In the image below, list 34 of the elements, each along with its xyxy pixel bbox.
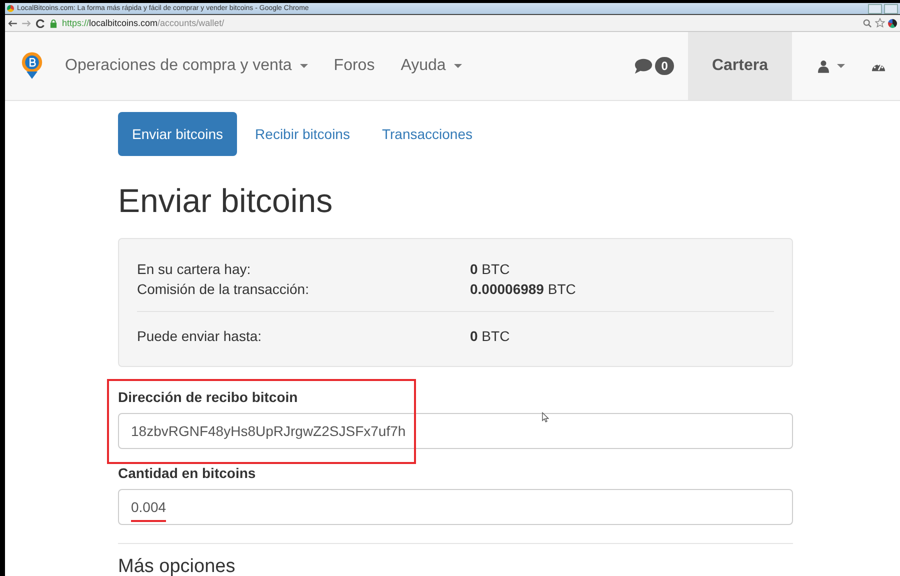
message-count-badge: 0: [655, 57, 674, 75]
tab[interactable]: Recibir bitcoins: [241, 112, 364, 156]
field-label: Cantidad en bitcoins: [118, 465, 257, 481]
section-heading[interactable]: Más opciones: [118, 556, 793, 576]
reload-icon[interactable]: [36, 18, 45, 28]
back-icon[interactable]: [8, 20, 17, 26]
nav-menu-item[interactable]: Ayuda: [400, 57, 462, 75]
wallet-nav-item[interactable]: Cartera: [688, 32, 792, 100]
extension-icon[interactable]: [888, 18, 897, 28]
nav-menu-item[interactable]: Foros: [334, 57, 375, 75]
balance-value: 0 BTC: [470, 260, 510, 279]
chat-bubble-icon[interactable]: [634, 58, 654, 74]
balance-value: 0 BTC: [470, 327, 510, 346]
logo-icon[interactable]: [21, 51, 43, 81]
zoom-icon[interactable]: [863, 18, 872, 28]
nav-menu-item[interactable]: Operaciones de compra y venta: [65, 57, 308, 75]
amount-field[interactable]: 0.004: [118, 489, 793, 525]
lock-icon: [50, 18, 57, 28]
field-value: 0.004: [131, 499, 166, 515]
address-field[interactable]: 18zbvRGNF48yHs8UpRJrgwZ2SJSFx7uf7h: [118, 413, 793, 449]
balance-label: En su cartera hay:: [137, 260, 252, 279]
mouse-cursor-icon: [542, 412, 549, 423]
url-text[interactable]: https://localbitcoins.com/accounts/wallet/: [62, 18, 224, 28]
balance-value: 0.00006989 BTC: [470, 280, 576, 299]
star-icon[interactable]: [875, 18, 885, 28]
tab[interactable]: Enviar bitcoins: [118, 112, 238, 156]
page-heading: Enviar bitcoins: [118, 182, 334, 220]
balance-label: Puede enviar hasta:: [137, 327, 263, 346]
browser-logo-icon: [7, 5, 14, 12]
user-icon: [818, 60, 829, 72]
field-label: Dirección de recibo bitcoin: [118, 389, 299, 405]
field-value: 18zbvRGNF48yHs8UpRJrgwZ2SJSFx7uf7h: [131, 423, 406, 439]
balance-label: Comisión de la transacción:: [137, 280, 310, 299]
tab[interactable]: Transacciones: [368, 112, 487, 156]
